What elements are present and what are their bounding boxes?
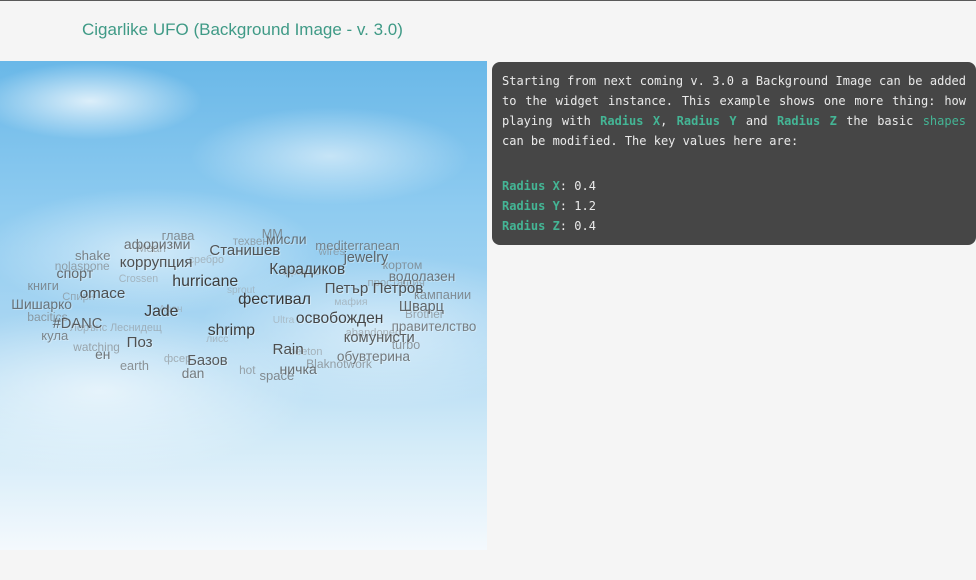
radius-x-term: Radius X [600, 114, 661, 128]
tag-cloud-word[interactable]: earth [120, 360, 149, 373]
radius-x-value: : 0.4 [559, 179, 596, 193]
tag-cloud-word[interactable]: shake [75, 248, 110, 262]
shapes-term: shapes [922, 114, 967, 128]
tag-cloud-word[interactable]: Crossen [119, 274, 158, 285]
tag-cloud-widget[interactable]: space dan hot ничка earth Blaknotwork Базов фсе… [0, 61, 487, 550]
tag-cloud-word[interactable]: коррупция [120, 255, 193, 270]
radius-x-label: Radius X [502, 179, 560, 193]
tag-cloud-word[interactable]: hot [239, 364, 255, 377]
tag-cloud-word[interactable]: Jade [144, 304, 178, 320]
tag-cloud-word[interactable]: omace [80, 285, 126, 301]
description-text: Starting from next coming v. 3.0 a Backg… [502, 71, 966, 151]
tag-cloud-word[interactable]: комунисти [344, 330, 415, 346]
page-title: Cigarlike UFO (Background Image - v. 3.0… [82, 20, 403, 39]
separator-text: , [660, 114, 677, 128]
tag-cloud-word[interactable]: #DANC [53, 316, 103, 332]
description-panel: Starting from next coming v. 3.0 a Backg… [492, 62, 976, 245]
tag-cloud-word[interactable]: Петър Петров [325, 281, 424, 296]
tag-cloud-word[interactable]: спорт [57, 267, 94, 281]
middle-text: the basic [836, 114, 923, 128]
tag-cloud-word[interactable]: Шварц [399, 300, 444, 315]
radius-z-term: Radius Z [776, 114, 837, 128]
tag-cloud-word[interactable]: Станишев [209, 243, 280, 258]
radius-z-value: : 0.4 [559, 219, 596, 233]
tag-cloud-word[interactable]: мафия [334, 297, 367, 308]
radius-y-row: Radius Y: 1.2 [502, 196, 966, 216]
key-values-list: Radius X: 0.4 Radius Y: 1.2 Radius Z: 0.… [502, 176, 966, 236]
tag-cloud-word[interactable]: Базов [187, 354, 227, 369]
tag-cloud-word[interactable]: афоризми [124, 237, 191, 251]
radius-y-label: Radius Y [502, 199, 560, 213]
radius-z-label: Radius Z [502, 219, 560, 233]
tag-cloud-word[interactable]: jewelry [344, 250, 389, 265]
tag-cloud-word[interactable]: ничка [280, 362, 317, 376]
outro-text: can be modified. The key values here are… [502, 134, 799, 148]
tag-cloud-word[interactable]: Поз [127, 335, 153, 350]
tag-cloud-word[interactable]: ен [95, 347, 110, 362]
radius-z-row: Radius Z: 0.4 [502, 216, 966, 236]
tag-cloud-word[interactable]: Шишарко [11, 298, 72, 312]
tag-cloud-word[interactable]: фестивал [238, 292, 311, 308]
tag-cloud-word[interactable]: Ultra [273, 316, 295, 326]
tag-cloud-word[interactable]: книги [28, 279, 59, 293]
top-divider [0, 0, 976, 1]
tag-cloud-word[interactable]: освобожден [296, 311, 384, 327]
tag-cloud-word[interactable]: Rain [273, 342, 304, 357]
tag-cloud-word[interactable]: Карадиков [269, 261, 345, 277]
separator-text: and [736, 114, 777, 128]
radius-y-value: : 1.2 [559, 199, 596, 213]
tag-cloud-word[interactable]: обувтерина [337, 350, 410, 364]
tag-cloud-word[interactable]: hurricane [172, 273, 238, 290]
radius-y-term: Radius Y [676, 114, 737, 128]
radius-x-row: Radius X: 0.4 [502, 176, 966, 196]
tag-cloud-word[interactable]: shrimp [208, 323, 255, 339]
sky-background-image: space dan hot ничка earth Blaknotwork Базов фсе… [0, 61, 487, 550]
